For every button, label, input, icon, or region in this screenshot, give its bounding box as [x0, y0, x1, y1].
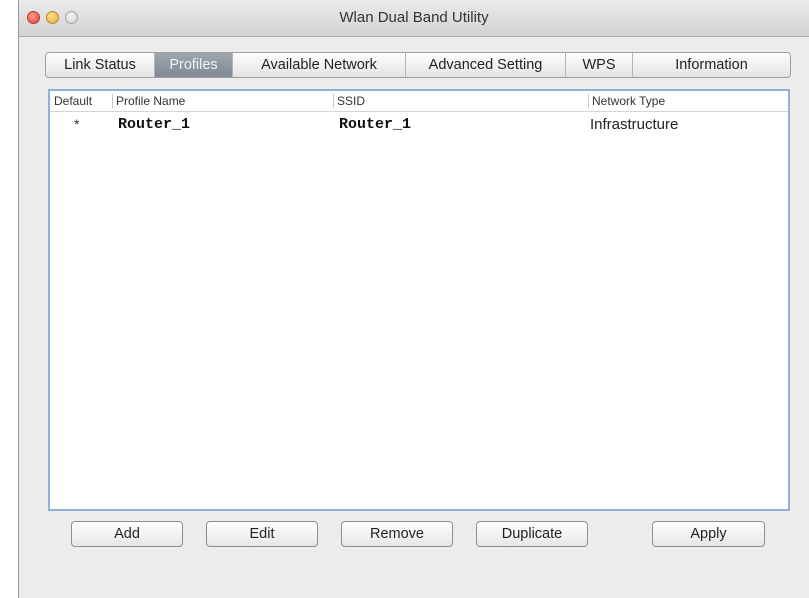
add-button[interactable]: Add	[71, 521, 183, 547]
tab-information[interactable]: Information	[633, 53, 790, 77]
ssid-cell: Router_1	[339, 116, 412, 133]
table-row[interactable]: * Router_1 Router_1 Infrastructure	[50, 112, 788, 138]
window-title: Wlan Dual Band Utility	[339, 9, 489, 26]
network-type-cell: Infrastructure	[590, 116, 679, 133]
profile-name-cell: Router_1	[118, 116, 191, 133]
profile-list[interactable]: Default Profile Name SSID Network Type *…	[48, 89, 790, 511]
column-header-profile-name[interactable]: Profile Name	[116, 94, 185, 108]
column-separator[interactable]	[112, 94, 113, 108]
column-separator[interactable]	[588, 94, 589, 108]
edit-button[interactable]: Edit	[206, 521, 318, 547]
column-separator[interactable]	[333, 94, 334, 108]
profile-list-header: Default Profile Name SSID Network Type	[50, 91, 788, 112]
tab-wps[interactable]: WPS	[566, 53, 633, 77]
default-marker: *	[74, 116, 80, 132]
tab-bar: Link Status Profiles Available Network A…	[45, 52, 791, 78]
duplicate-button[interactable]: Duplicate	[476, 521, 588, 547]
column-header-default[interactable]: Default	[54, 94, 92, 108]
tab-link-status[interactable]: Link Status	[46, 53, 155, 77]
utility-window: Wlan Dual Band Utility Link Status Profi…	[18, 0, 809, 598]
apply-button[interactable]: Apply	[652, 521, 765, 547]
tab-profiles[interactable]: Profiles	[155, 53, 233, 77]
remove-button[interactable]: Remove	[341, 521, 453, 547]
tab-available-network[interactable]: Available Network	[233, 53, 406, 77]
tab-advanced-setting[interactable]: Advanced Setting	[406, 53, 566, 77]
column-header-ssid[interactable]: SSID	[337, 94, 365, 108]
column-header-network-type[interactable]: Network Type	[592, 94, 665, 108]
title-bar[interactable]: Wlan Dual Band Utility	[19, 0, 809, 37]
